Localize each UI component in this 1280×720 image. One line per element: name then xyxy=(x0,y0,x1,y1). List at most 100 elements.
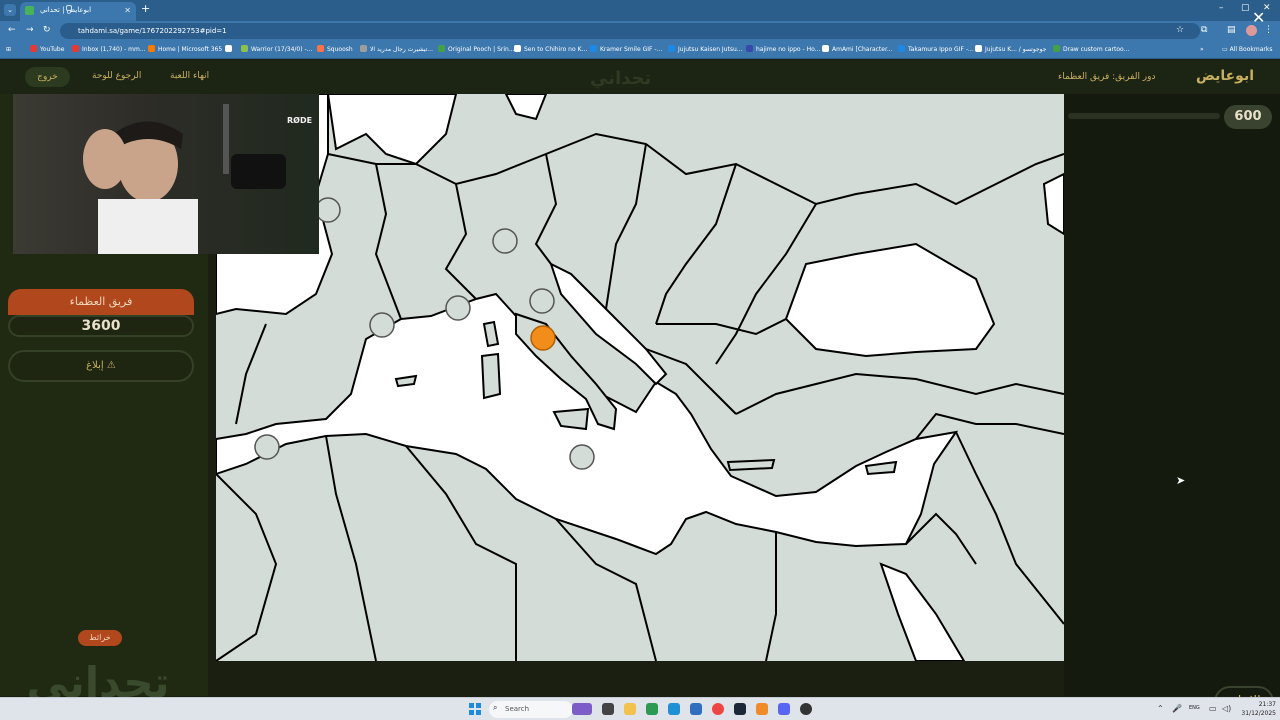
bookmark-favicon-icon xyxy=(1053,45,1060,52)
game-header: خروج الرجوع للوحة انهاء اللعبة تحداني دو… xyxy=(0,60,1280,94)
chrome-icon[interactable] xyxy=(712,703,724,715)
app-icon[interactable] xyxy=(756,703,768,715)
bookmark-favicon-icon xyxy=(72,45,79,52)
apps-icon[interactable]: ⊞ xyxy=(6,41,11,59)
team-name-banner: فريق العظماء xyxy=(8,289,194,315)
bookmark-item[interactable]: Inbox (1,740) - mm... xyxy=(72,41,146,59)
map-marker[interactable] xyxy=(569,444,595,470)
bookmark-favicon-icon xyxy=(360,45,367,52)
obs-icon[interactable] xyxy=(800,703,812,715)
bookmark-item[interactable]: hajime no ippo - Ho... xyxy=(746,41,820,59)
new-tab-button[interactable]: + xyxy=(141,2,150,15)
close-tab-icon[interactable]: ✕ xyxy=(124,2,131,19)
forward-icon[interactable]: → xyxy=(26,25,34,35)
mediterranean-map[interactable] xyxy=(216,94,1064,661)
bookmark-item[interactable]: Kramer Smile GIF -... xyxy=(590,41,662,59)
url-text: tahdami.sa/game/1767202292753#pid=1 xyxy=(78,27,227,35)
bookmarks-bar: ⊞ YouTube Inbox (1,740) - mm... Home | M… xyxy=(0,41,1280,59)
progress-track xyxy=(1068,113,1220,119)
system-clock[interactable]: 21:37 31/12/2025 xyxy=(1236,700,1276,718)
store-icon[interactable] xyxy=(646,703,658,715)
category-badge: خرائط xyxy=(78,630,122,646)
network-icon[interactable]: ▭ xyxy=(1209,704,1217,713)
browser-tab-bar: ⌄ ابوعايض | تحداني ✕ + – ▢ ✕ xyxy=(0,0,1280,21)
bookmark-favicon-icon xyxy=(746,45,753,52)
map-marker[interactable] xyxy=(492,228,518,254)
bookmark-item[interactable]: Draw custom cartoo... xyxy=(1053,41,1129,59)
favicon-icon xyxy=(25,6,34,15)
mic-icon[interactable]: 🎤 xyxy=(1172,704,1182,713)
webcam-overlay xyxy=(13,94,319,254)
team-turn-label: دور الفريق: فريق العظماء xyxy=(1058,72,1156,82)
bookmark-item[interactable]: Home | Microsoft 365 xyxy=(148,41,222,59)
reload-icon[interactable]: ↻ xyxy=(43,25,51,35)
bookmark-favicon-icon xyxy=(148,45,155,52)
star-icon[interactable]: ☆ xyxy=(1176,25,1184,35)
windows-start-icon[interactable] xyxy=(469,703,481,715)
site-info-icon[interactable] xyxy=(66,5,72,11)
map-marker[interactable] xyxy=(445,295,471,321)
bookmark-favicon-icon xyxy=(438,45,445,52)
address-bar[interactable]: tahdami.sa/game/1767202292753#pid=1 xyxy=(60,23,1200,39)
end-game-link[interactable]: انهاء اللعبة xyxy=(170,71,209,81)
question-points: 600 xyxy=(1224,105,1272,129)
bookmark-item[interactable]: YouTube xyxy=(30,41,64,59)
bookmark-favicon-icon xyxy=(225,45,232,52)
bookmark-item[interactable]: Jujutsu Kaisen Jutsu... xyxy=(668,41,743,59)
bookmark-favicon-icon xyxy=(241,45,248,52)
minimize-icon[interactable]: – xyxy=(1219,3,1224,13)
streamer-silhouette xyxy=(83,104,286,254)
bookmark-item[interactable]: Original Pooch | Srin... xyxy=(438,41,515,59)
browser-tab[interactable]: ابوعايض | تحداني ✕ xyxy=(20,2,136,21)
map-marker[interactable] xyxy=(529,288,555,314)
bookmark-favicon-icon xyxy=(898,45,905,52)
team-score: 3600 xyxy=(8,315,194,337)
map-marker[interactable] xyxy=(315,197,341,223)
bookmark-favicon-icon xyxy=(975,45,982,52)
bookmark-item[interactable]: Sen to Chihiro no K... xyxy=(514,41,587,59)
browser-toolbar: ← → ↻ tahdami.sa/game/1767202292753#pid=… xyxy=(0,21,1280,41)
mouse-cursor-icon: ➤ xyxy=(1176,474,1186,487)
edge-icon[interactable] xyxy=(668,703,680,715)
bookmark-item[interactable] xyxy=(225,41,235,59)
extensions-icon[interactable]: ⧉ xyxy=(1201,25,1207,35)
bookmark-favicon-icon xyxy=(822,45,829,52)
all-bookmarks[interactable]: ▭ All Bookmarks xyxy=(1222,41,1272,59)
bookmark-item[interactable]: AmAmi [Character... xyxy=(822,41,893,59)
bookmark-favicon-icon xyxy=(514,45,521,52)
taskbar-search[interactable]: Search xyxy=(489,701,573,718)
map-marker[interactable] xyxy=(254,434,280,460)
bookmark-favicon-icon xyxy=(317,45,324,52)
bookmark-item[interactable]: تيشيرت رجال مدريد الا... xyxy=(360,41,433,59)
exit-button[interactable]: خروج xyxy=(25,67,70,87)
discord-icon[interactable] xyxy=(778,703,790,715)
volume-icon[interactable]: ◁) xyxy=(1222,704,1231,713)
sardinia-island xyxy=(480,352,502,400)
tray-chevron-icon[interactable]: ⌃ xyxy=(1157,704,1164,713)
restore-icon[interactable]: ▢ xyxy=(1241,3,1250,13)
language-indicator[interactable]: ENG xyxy=(1189,705,1200,711)
bookmark-favicon-icon xyxy=(668,45,675,52)
bookmark-favicon-icon xyxy=(30,45,37,52)
app-icon[interactable] xyxy=(690,703,702,715)
steam-icon[interactable] xyxy=(734,703,746,715)
bookmark-item[interactable]: Takamura Ippo GIF -... xyxy=(898,41,974,59)
player-name: ابوعايض xyxy=(1196,68,1255,84)
back-icon[interactable]: ← xyxy=(8,25,16,35)
crete-island xyxy=(726,458,776,472)
sidebar-icon[interactable]: ▤ xyxy=(1227,25,1236,35)
close-map-icon[interactable]: ✕ xyxy=(1252,8,1265,27)
header-logo: تحداني xyxy=(590,68,652,89)
file-explorer-icon[interactable] xyxy=(624,703,636,715)
tab-search-button[interactable]: ⌄ xyxy=(4,4,16,16)
bookmark-item[interactable]: Warrior (17/34/0) -... xyxy=(241,41,312,59)
more-bookmarks-icon[interactable]: » xyxy=(1200,41,1204,59)
map-marker[interactable] xyxy=(369,312,395,338)
copilot-icon[interactable] xyxy=(572,703,592,715)
bookmark-item[interactable]: Squoosh xyxy=(317,41,353,59)
back-to-board-link[interactable]: الرجوع للوحة xyxy=(92,71,141,81)
bookmark-item[interactable]: Jujutsu K... / جوجوتسو xyxy=(975,41,1046,59)
task-view-icon[interactable] xyxy=(602,703,614,715)
selected-map-marker[interactable] xyxy=(530,325,556,351)
report-button[interactable]: إبلاغ ⚠ xyxy=(8,350,194,382)
